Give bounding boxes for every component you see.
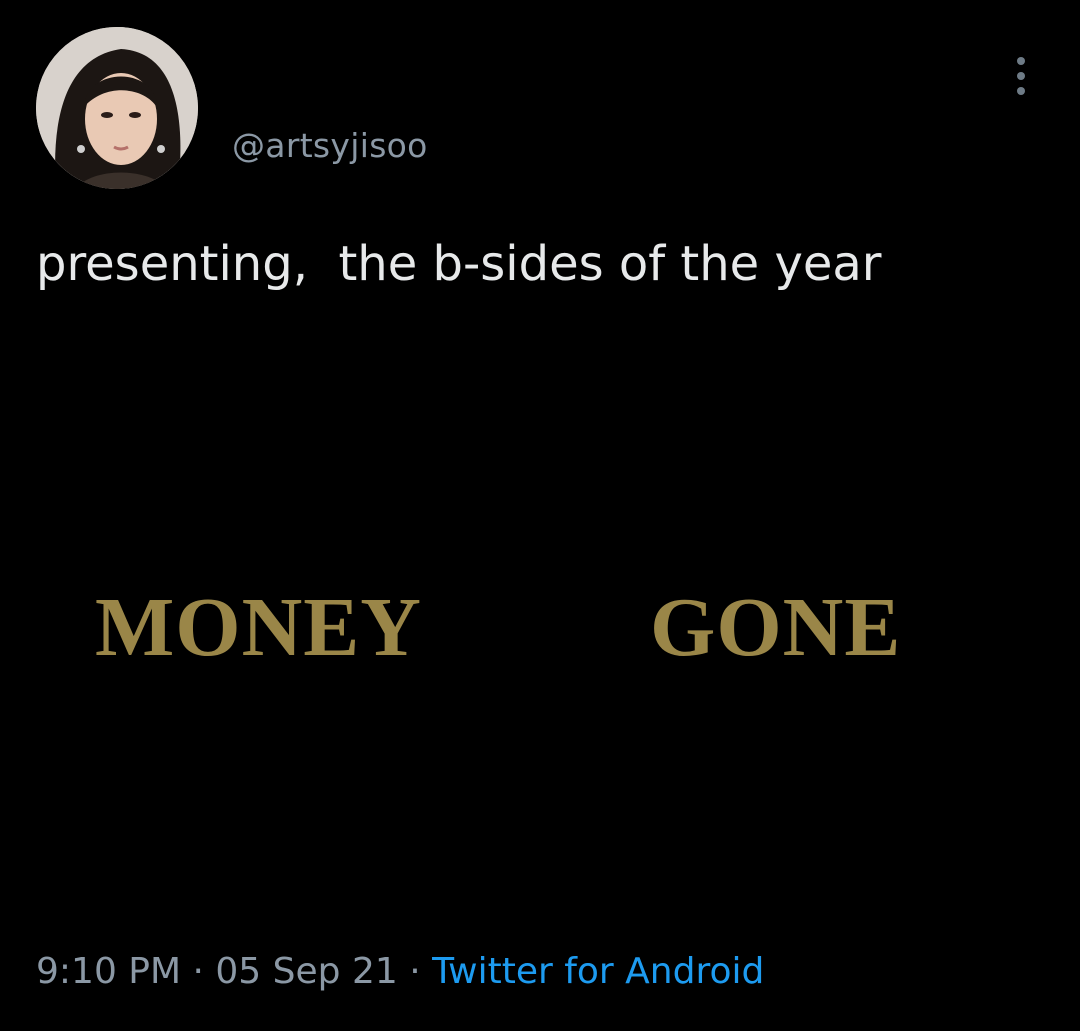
graphic-word-money: MONEY xyxy=(95,581,422,674)
graphic-word-gone: GONE xyxy=(650,581,902,674)
user-handle[interactable]: @artsyjisoo xyxy=(232,126,428,166)
more-options-button[interactable] xyxy=(1004,54,1038,98)
tweet-time[interactable]: 9:10 PM xyxy=(36,951,181,992)
tweet-date[interactable]: 05 Sep 21 xyxy=(215,951,397,992)
meta-separator: · xyxy=(181,951,216,992)
avatar-image xyxy=(36,27,198,189)
tweet-graphic: MONEY GONE xyxy=(0,560,1080,690)
tweet-meta: 9:10 PM · 05 Sep 21 · Twitter for Androi… xyxy=(36,950,764,994)
more-vertical-icon xyxy=(1017,57,1025,65)
more-vertical-icon-dot-2 xyxy=(1017,72,1025,80)
tweet-text: presenting, the b-sides of the year xyxy=(36,236,882,292)
meta-separator: · xyxy=(397,951,433,992)
avatar[interactable] xyxy=(36,27,198,189)
more-vertical-icon-dot-3 xyxy=(1017,87,1025,95)
tweet-source-link[interactable]: Twitter for Android xyxy=(432,951,764,992)
